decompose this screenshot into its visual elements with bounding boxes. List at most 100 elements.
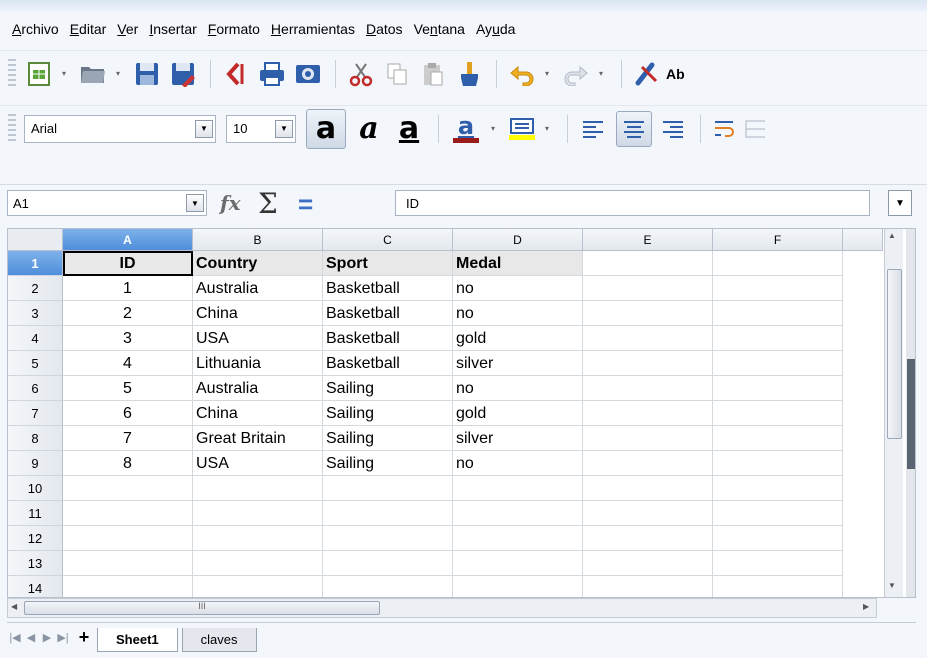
toolbar-grip[interactable] [8, 58, 16, 89]
last-sheet-icon[interactable]: ▶| [55, 631, 71, 644]
formula-input[interactable]: ID [395, 190, 870, 216]
column-header-c[interactable]: C [323, 229, 453, 251]
cell-a14[interactable] [63, 576, 193, 597]
cell-c5[interactable]: Basketball [323, 351, 453, 376]
cell-f9[interactable] [713, 451, 843, 476]
cell-a12[interactable] [63, 526, 193, 551]
name-box[interactable]: A1 ▼ [7, 190, 207, 216]
undo-dropdown-icon[interactable]: ▾ [541, 57, 553, 91]
font-size-combobox[interactable]: 10 ▼ [226, 114, 296, 143]
horizontal-scroll-thumb[interactable]: III [24, 601, 380, 615]
cell-b10[interactable] [193, 476, 323, 501]
cell-f10[interactable] [713, 476, 843, 501]
menu-ayuda[interactable]: Ayuda [476, 21, 515, 37]
cell-d5[interactable]: silver [453, 351, 583, 376]
horizontal-scrollbar[interactable]: ◀ III ▶ [7, 598, 877, 618]
vertical-scroll-thumb[interactable] [887, 269, 902, 439]
next-sheet-icon[interactable]: ▶ [39, 631, 55, 644]
menu-ventana[interactable]: Ventana [414, 21, 465, 37]
window-splitter[interactable] [906, 229, 915, 597]
cell-b6[interactable]: Australia [193, 376, 323, 401]
function-wizard-icon[interactable]: fx [220, 191, 241, 215]
cell-f6[interactable] [713, 376, 843, 401]
row-header-11[interactable]: 11 [8, 501, 63, 526]
cell-f3[interactable] [713, 301, 843, 326]
column-header-f[interactable]: F [713, 229, 843, 251]
column-header-e[interactable]: E [583, 229, 713, 251]
cell-a8[interactable]: 7 [63, 426, 193, 451]
cell-c13[interactable] [323, 551, 453, 576]
column-header-b[interactable]: B [193, 229, 323, 251]
add-sheet-icon[interactable]: + [71, 627, 97, 648]
chevron-down-icon[interactable]: ▼ [275, 119, 293, 138]
row-header-13[interactable]: 13 [8, 551, 63, 576]
menu-formato[interactable]: Formato [208, 21, 260, 37]
first-sheet-icon[interactable]: |◀ [7, 631, 23, 644]
formula-icon[interactable]: = [298, 189, 313, 220]
align-left-icon[interactable] [576, 112, 610, 146]
cell-f12[interactable] [713, 526, 843, 551]
print-icon[interactable] [255, 57, 289, 91]
cell-e5[interactable] [583, 351, 713, 376]
row-header-12[interactable]: 12 [8, 526, 63, 551]
cell-a7[interactable]: 6 [63, 401, 193, 426]
cell-a4[interactable]: 3 [63, 326, 193, 351]
cell-b5[interactable]: Lithuania [193, 351, 323, 376]
cell-b4[interactable]: USA [193, 326, 323, 351]
cell-e1[interactable] [583, 251, 713, 276]
cell-b3[interactable]: China [193, 301, 323, 326]
open-dropdown-icon[interactable]: ▾ [112, 57, 124, 91]
menu-archivo[interactable]: Archivo [12, 21, 59, 37]
cell-e6[interactable] [583, 376, 713, 401]
column-header-a[interactable]: A [63, 229, 193, 251]
cell-b14[interactable] [193, 576, 323, 597]
row-header-4[interactable]: 4 [8, 326, 63, 351]
clear-formatting-icon[interactable] [630, 57, 664, 91]
row-header-1[interactable]: 1 [8, 251, 63, 276]
cell-c10[interactable] [323, 476, 453, 501]
new-dropdown-icon[interactable]: ▾ [58, 57, 70, 91]
cell-d9[interactable]: no [453, 451, 583, 476]
expand-formula-bar-button[interactable]: ▼ [888, 190, 912, 216]
menu-herramientas[interactable]: Herramientas [271, 21, 355, 37]
cell-d11[interactable] [453, 501, 583, 526]
cell-e10[interactable] [583, 476, 713, 501]
select-all-corner[interactable] [8, 229, 63, 251]
open-folder-icon[interactable] [76, 57, 110, 91]
sum-icon[interactable]: Σ [258, 187, 278, 220]
row-header-5[interactable]: 5 [8, 351, 63, 376]
row-header-7[interactable]: 7 [8, 401, 63, 426]
scroll-down-icon[interactable]: ▼ [888, 581, 896, 590]
vertical-scrollbar[interactable]: ▲ ▼ [884, 229, 903, 597]
cell-e8[interactable] [583, 426, 713, 451]
merge-cells-icon[interactable] [745, 112, 765, 146]
chevron-down-icon[interactable]: ▼ [195, 119, 213, 138]
toolbar-grip[interactable] [8, 113, 16, 144]
cell-e4[interactable] [583, 326, 713, 351]
cell-e7[interactable] [583, 401, 713, 426]
cell-d6[interactable]: no [453, 376, 583, 401]
row-header-6[interactable]: 6 [8, 376, 63, 401]
row-header-10[interactable]: 10 [8, 476, 63, 501]
cell-c14[interactable] [323, 576, 453, 597]
scroll-left-icon[interactable]: ◀ [11, 602, 17, 611]
tab-sheet1[interactable]: Sheet1 [97, 628, 178, 652]
cell-c1[interactable]: Sport [323, 251, 453, 276]
previous-sheet-icon[interactable]: ◀ [23, 631, 39, 644]
cell-f2[interactable] [713, 276, 843, 301]
paste-icon[interactable] [416, 57, 450, 91]
cell-e2[interactable] [583, 276, 713, 301]
cell-e11[interactable] [583, 501, 713, 526]
column-header-partial[interactable] [843, 229, 883, 251]
wrap-text-icon[interactable] [709, 112, 743, 146]
cell-f11[interactable] [713, 501, 843, 526]
cell-b11[interactable] [193, 501, 323, 526]
save-icon[interactable] [130, 57, 164, 91]
menu-ver[interactable]: Ver [117, 21, 138, 37]
cell-c7[interactable]: Sailing [323, 401, 453, 426]
cell-f1[interactable] [713, 251, 843, 276]
row-header-9[interactable]: 9 [8, 451, 63, 476]
cell-a1[interactable]: ID [63, 251, 193, 276]
cell-a2[interactable]: 1 [63, 276, 193, 301]
cell-c8[interactable]: Sailing [323, 426, 453, 451]
